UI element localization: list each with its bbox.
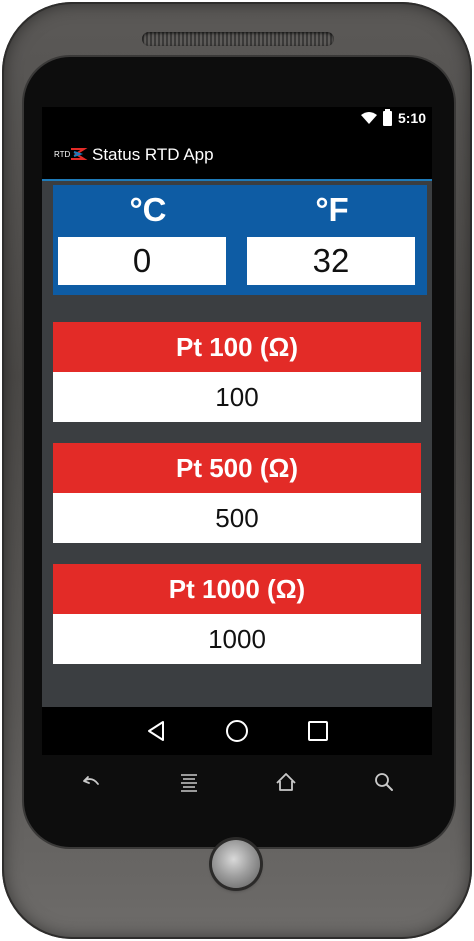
pt100-label: Pt 100 (Ω) <box>53 322 421 372</box>
physical-home-button[interactable] <box>212 840 260 888</box>
celsius-input[interactable]: 0 <box>58 237 226 285</box>
fahrenheit-input[interactable]: 32 <box>247 237 415 285</box>
wifi-icon <box>360 112 377 124</box>
pt100-card: Pt 100 (Ω) 100 <box>53 322 421 424</box>
logo-text: RTD <box>54 150 71 159</box>
pt1000-label: Pt 1000 (Ω) <box>53 564 421 614</box>
pt500-input[interactable]: 500 <box>53 493 421 543</box>
fahrenheit-label: °F <box>315 191 349 228</box>
action-bar: RTD Status RTD App <box>42 131 432 181</box>
device-screen: 5:10 RTD Status RTD App °C °F 0 32 Pt 10… <box>42 107 432 755</box>
celsius-label: °C <box>129 191 167 228</box>
pt1000-input[interactable]: 1000 <box>53 614 421 664</box>
home-circle-icon[interactable] <box>225 719 249 743</box>
temperature-panel: °C °F 0 32 <box>53 185 427 295</box>
navigation-bar <box>42 707 432 755</box>
menu-icon[interactable] <box>177 770 201 794</box>
pt100-input[interactable]: 100 <box>53 372 421 422</box>
pt500-label: Pt 500 (Ω) <box>53 443 421 493</box>
recents-square-icon[interactable] <box>306 719 330 743</box>
hardware-key-row <box>42 762 432 802</box>
back-arrow-icon[interactable] <box>78 770 102 794</box>
home-icon[interactable] <box>274 770 298 794</box>
pt500-card: Pt 500 (Ω) 500 <box>53 443 421 545</box>
pt1000-card: Pt 1000 (Ω) 1000 <box>53 564 421 666</box>
back-triangle-icon[interactable] <box>144 719 168 743</box>
battery-icon <box>382 108 392 126</box>
earpiece-speaker <box>142 32 334 46</box>
app-title: Status RTD App <box>92 145 214 164</box>
status-bar: 5:10 <box>42 107 432 131</box>
rtd-logo-icon: RTD <box>54 148 88 160</box>
search-icon[interactable] <box>372 770 396 794</box>
status-time: 5:10 <box>397 110 426 126</box>
